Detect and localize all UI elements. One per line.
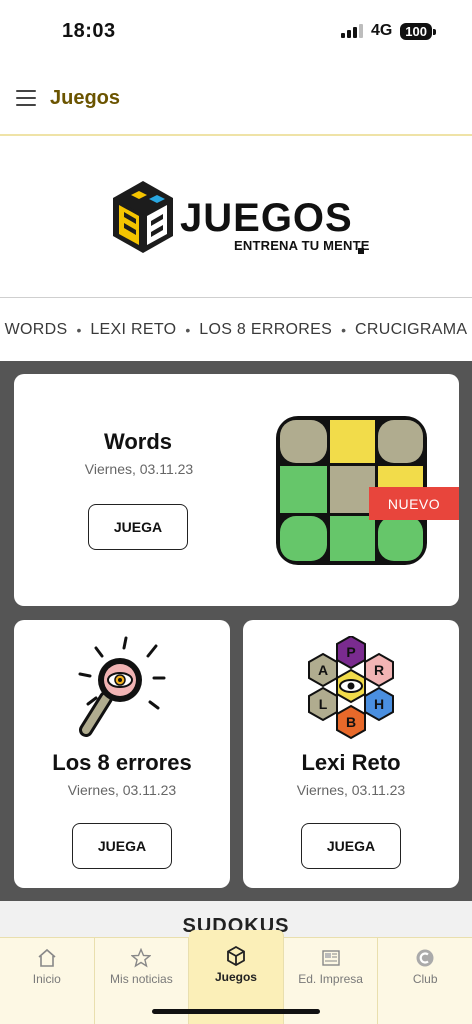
- home-indicator: [152, 1009, 320, 1014]
- nav-item-crucigrama[interactable]: CRUCIGRAMA: [355, 321, 467, 339]
- juegos-cube-icon: [113, 181, 173, 253]
- nav-item-words[interactable]: WORDS: [5, 321, 68, 339]
- nav-separator: •: [76, 322, 82, 338]
- nav-item-lexi-reto[interactable]: LEXI RETO: [90, 321, 176, 339]
- tab-label: Juegos: [214, 970, 257, 984]
- games-nav: WORDS • LEXI RETO • LOS 8 ERRORES • CRUC…: [0, 299, 472, 361]
- app-header: Juegos: [0, 62, 472, 136]
- tab-label: Mis noticias: [110, 972, 173, 986]
- tab-inicio[interactable]: Inicio: [0, 938, 95, 1024]
- lexi-play-button[interactable]: JUEGA: [301, 823, 401, 869]
- juegos-logo: JUEGOS ENTRENA TU MENTE: [0, 136, 472, 298]
- logo-tagline: ENTRENA TU MENTE: [234, 238, 370, 253]
- lexi-hexagon-icon: P A R L H B: [308, 636, 394, 740]
- status-bar: 18:03 4G 100: [0, 0, 472, 62]
- status-time: 18:03: [62, 20, 116, 42]
- magnifier-eye-icon: [78, 636, 166, 737]
- logo-dot: [358, 248, 364, 254]
- menu-icon[interactable]: [16, 90, 36, 106]
- signal-icon: [340, 24, 363, 38]
- hex-letter: P: [346, 644, 355, 660]
- errores-title: Los 8 errores: [52, 750, 192, 775]
- club-icon: [416, 949, 434, 967]
- hex-letter: B: [346, 714, 356, 730]
- errores-play-button[interactable]: JUEGA: [72, 823, 172, 869]
- newspaper-icon: [321, 950, 340, 966]
- battery-icon: 100: [400, 22, 436, 40]
- lexi-date: Viernes, 03.11.23: [296, 782, 406, 798]
- tab-club[interactable]: Club: [378, 938, 472, 1024]
- words-card[interactable]: Words Viernes, 03.11.23 JUEGA NUEVO: [14, 374, 459, 606]
- hex-letter: R: [374, 662, 384, 678]
- errores-date: Viernes, 03.11.23: [67, 782, 177, 798]
- nav-separator: •: [341, 322, 347, 338]
- nav-separator: •: [185, 322, 191, 338]
- home-icon: [38, 948, 56, 967]
- words-title: Words: [103, 429, 173, 454]
- tab-label: Club: [412, 972, 438, 986]
- los-8-errores-card[interactable]: Los 8 errores Viernes, 03.11.23 JUEGA: [14, 620, 230, 888]
- status-icons: 4G 100: [340, 22, 436, 40]
- star-icon: [131, 948, 152, 968]
- page-title: Juegos: [50, 86, 121, 109]
- lexi-reto-card[interactable]: P A R L H B Lexi Reto Viernes, 03.11.23 …: [243, 620, 459, 888]
- nav-item-los-8-errores[interactable]: LOS 8 ERRORES: [199, 321, 332, 339]
- network-label: 4G: [370, 22, 393, 39]
- hex-letter: H: [374, 696, 384, 712]
- hex-letter: L: [319, 696, 328, 712]
- hex-letter: A: [318, 662, 328, 678]
- lexi-title: Lexi Reto: [301, 750, 401, 775]
- logo-brand: JUEGOS: [180, 196, 353, 240]
- words-date: Viernes, 03.11.23: [84, 461, 194, 477]
- tab-label: Ed. Impresa: [298, 972, 363, 986]
- new-badge: NUEVO: [369, 487, 459, 520]
- games-cards: Words Viernes, 03.11.23 JUEGA NUEVO Los …: [0, 361, 472, 901]
- words-play-button[interactable]: JUEGA: [88, 504, 188, 550]
- tab-label: Inicio: [32, 972, 61, 986]
- cube-icon: [227, 946, 245, 966]
